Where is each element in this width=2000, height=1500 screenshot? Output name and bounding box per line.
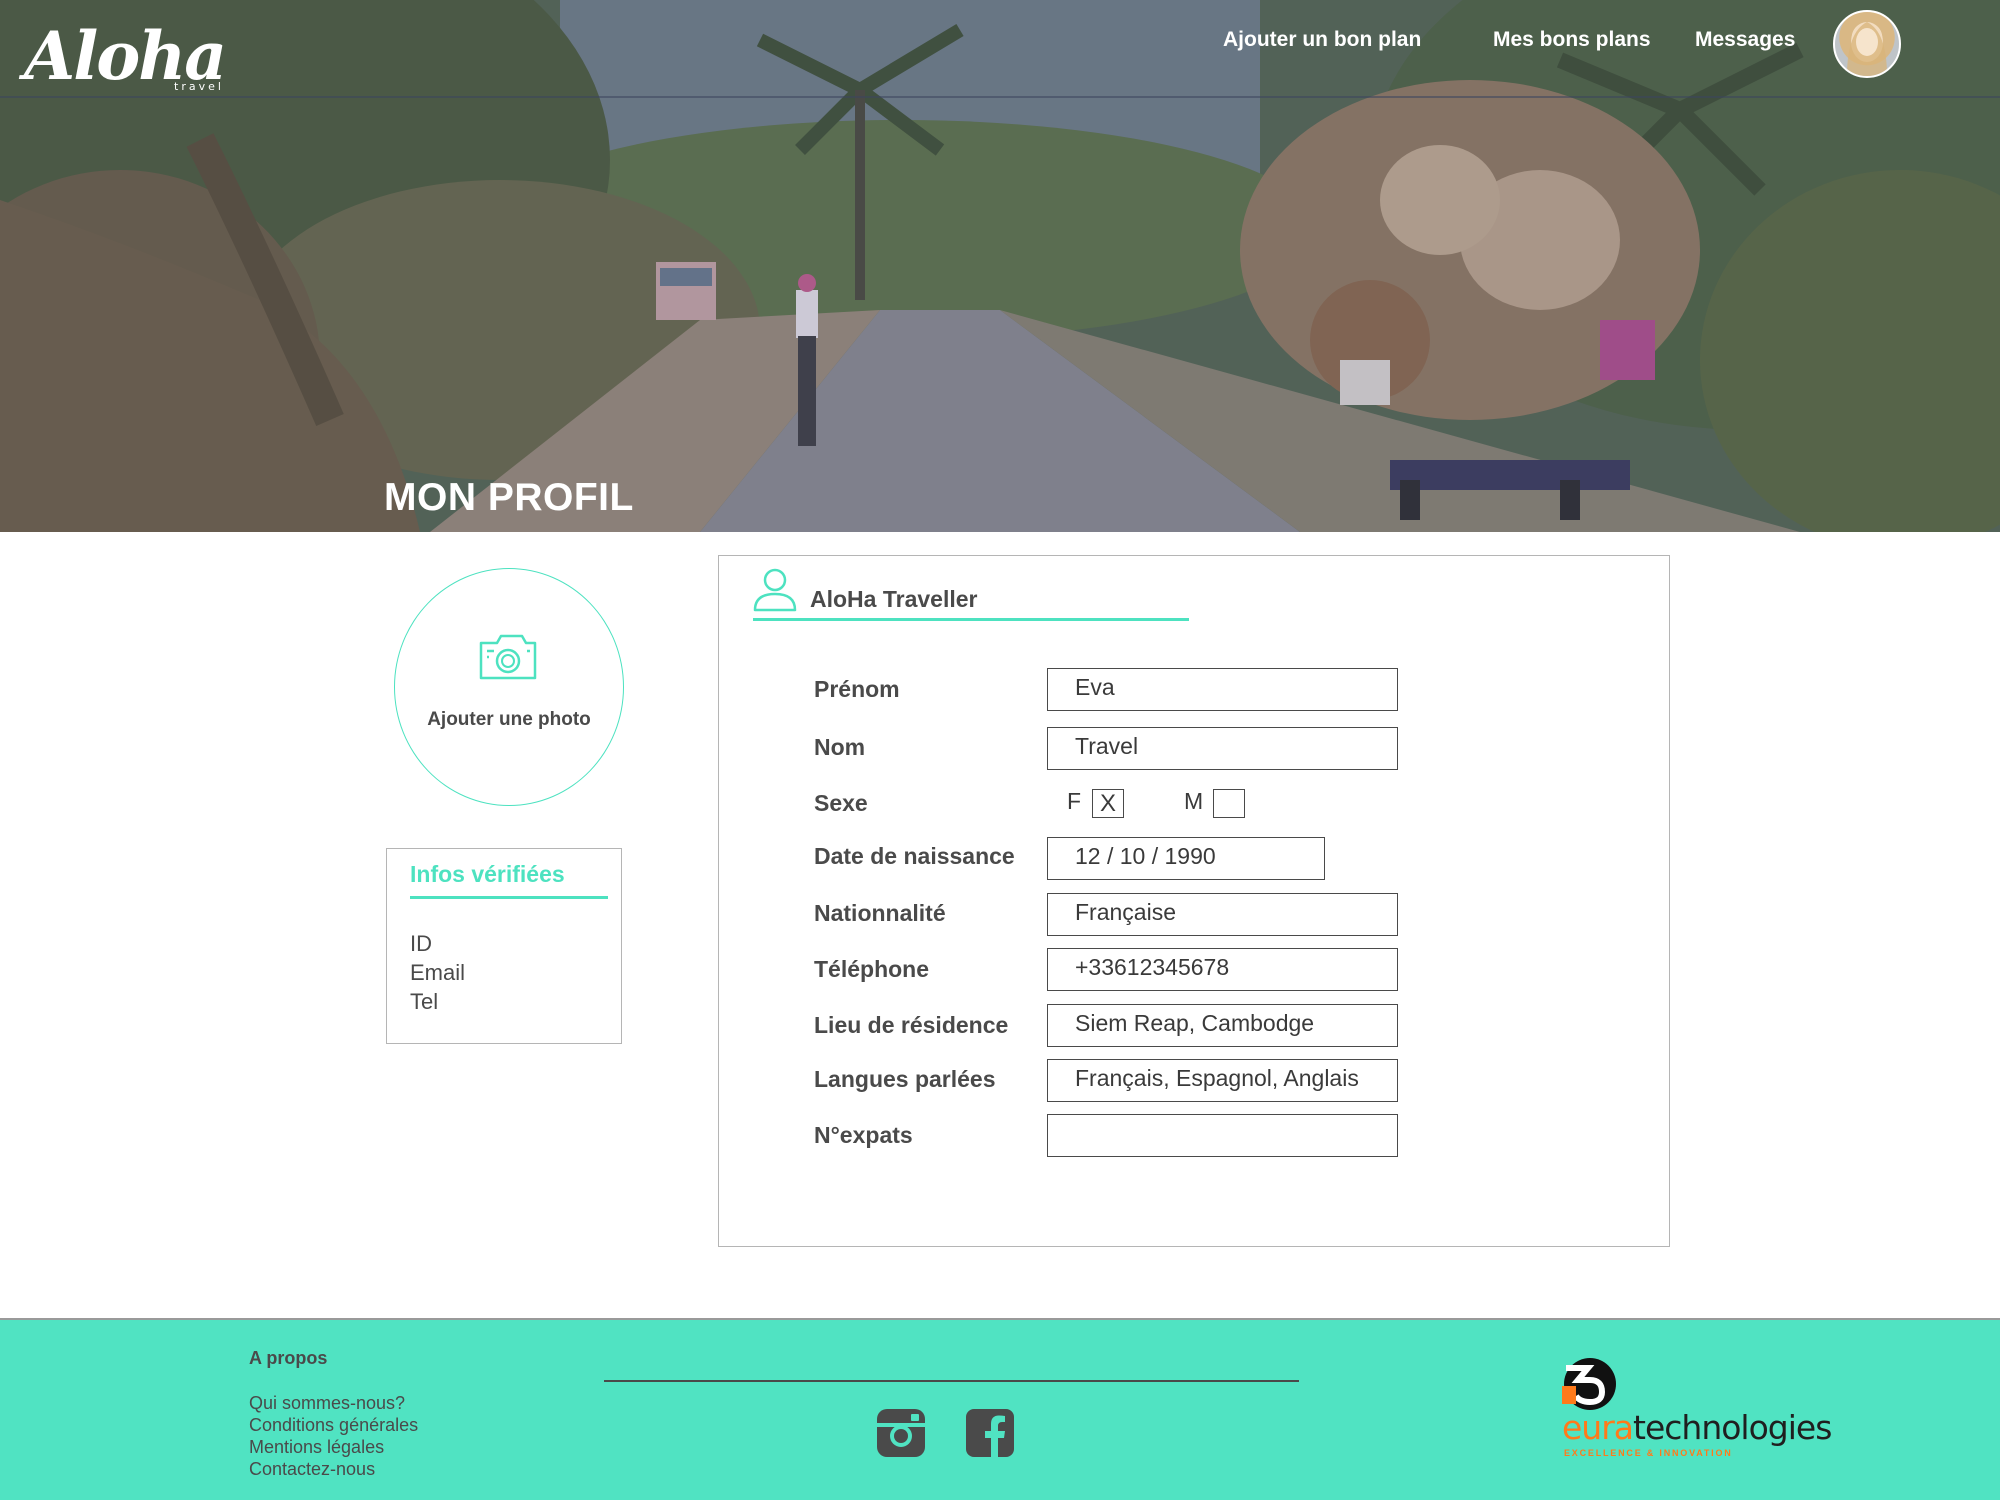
sex-label: Sexe (814, 790, 868, 816)
euratech-tagline: EXCELLENCE & INNOVATION (1564, 1448, 1733, 1458)
first-name-label: Prénom (814, 676, 900, 702)
footer-divider (604, 1380, 1299, 1382)
page-title: MON PROFIL (384, 476, 634, 519)
instagram-icon[interactable] (875, 1407, 927, 1459)
footer-link-legal[interactable]: Mentions légales (249, 1436, 418, 1458)
verified-item-email: Email (410, 960, 466, 985)
verified-info-panel: Infos vérifiées ID Email Tel (386, 848, 622, 1044)
birth-date-field[interactable]: 12 / 10 / 1990 (1047, 837, 1325, 880)
avatar-portrait-icon (1847, 22, 1887, 76)
nav-my-deals[interactable]: Mes bons plans (1493, 28, 1651, 52)
languages-label: Langues parlées (814, 1066, 996, 1092)
sex-m-checkbox[interactable] (1213, 789, 1245, 818)
add-photo-label: Ajouter une photo (427, 709, 591, 730)
user-avatar[interactable] (1833, 10, 1901, 78)
verified-info-underline (410, 896, 608, 899)
first-name-field[interactable]: Eva (1047, 668, 1398, 711)
residence-field[interactable]: Siem Reap, Cambodge (1047, 1004, 1398, 1047)
birth-date-label: Date de naissance (814, 843, 1015, 869)
nav-messages[interactable]: Messages (1695, 28, 1795, 52)
verified-info-list: ID Email Tel (410, 929, 465, 1016)
expats-field[interactable] (1047, 1114, 1398, 1157)
add-photo-button[interactable]: Ajouter une photo (394, 568, 624, 806)
instagram-glyph (877, 1409, 925, 1457)
footer-links: Qui sommes-nous? Conditions générales Me… (249, 1392, 418, 1480)
euratechnologies-logo[interactable]: euratechnologies EXCELLENCE & INNOVATION (1562, 1356, 1832, 1458)
euratech-prefix: eura (1562, 1408, 1634, 1447)
sex-option-m-label: M (1184, 788, 1204, 814)
topbar-divider (0, 96, 2000, 98)
footer: A propos Qui sommes-nous? Conditions gén… (0, 1318, 2000, 1500)
euratech-emblem-icon (1562, 1358, 1616, 1410)
facebook-icon[interactable] (964, 1407, 1016, 1459)
verified-info-title: Infos vérifiées (410, 861, 565, 887)
last-name-label: Nom (814, 734, 866, 760)
expats-label: N°expats (814, 1122, 913, 1148)
nationality-field[interactable]: Française (1047, 893, 1398, 936)
verified-item-id: ID (410, 931, 432, 956)
profile-card-header: AloHa Traveller (753, 562, 1191, 618)
phone-label: Téléphone (814, 956, 930, 982)
profile-username: AloHa Traveller (810, 586, 978, 612)
phone-field[interactable]: +33612345678 (1047, 948, 1398, 991)
profile-header-underline (753, 618, 1189, 621)
sex-option-f-label: F (1067, 788, 1082, 814)
footer-link-terms[interactable]: Conditions générales (249, 1414, 418, 1436)
verified-item-tel: Tel (410, 989, 439, 1014)
aloha-logo[interactable]: Aloha travel (24, 10, 234, 105)
logo-subtext: travel (174, 80, 224, 93)
footer-link-contact[interactable]: Contactez-nous (249, 1458, 418, 1480)
last-name-field[interactable]: Travel (1047, 727, 1398, 770)
camera-icon (479, 634, 537, 680)
facebook-glyph (966, 1409, 1014, 1457)
euratech-wordmark: euratechnologies (1562, 1408, 1832, 1447)
profile-card: AloHa Traveller Prénom Eva Nom Travel Se… (718, 555, 1670, 1247)
hero-overlay (0, 0, 2000, 532)
sex-f-checkbox[interactable]: X (1092, 789, 1124, 818)
nav-add-deal[interactable]: Ajouter un bon plan (1223, 28, 1421, 52)
hero-banner: Aloha travel Ajouter un bon plan Mes bon… (0, 0, 2000, 532)
residence-label: Lieu de résidence (814, 1012, 1009, 1038)
footer-about-title: A propos (249, 1348, 328, 1368)
euratech-suffix: technologies (1633, 1408, 1832, 1447)
user-icon (753, 568, 797, 612)
languages-field[interactable]: Français, Espagnol, Anglais (1047, 1059, 1398, 1102)
nationality-label: Nationnalité (814, 900, 946, 926)
footer-link-about-us[interactable]: Qui sommes-nous? (249, 1392, 418, 1414)
